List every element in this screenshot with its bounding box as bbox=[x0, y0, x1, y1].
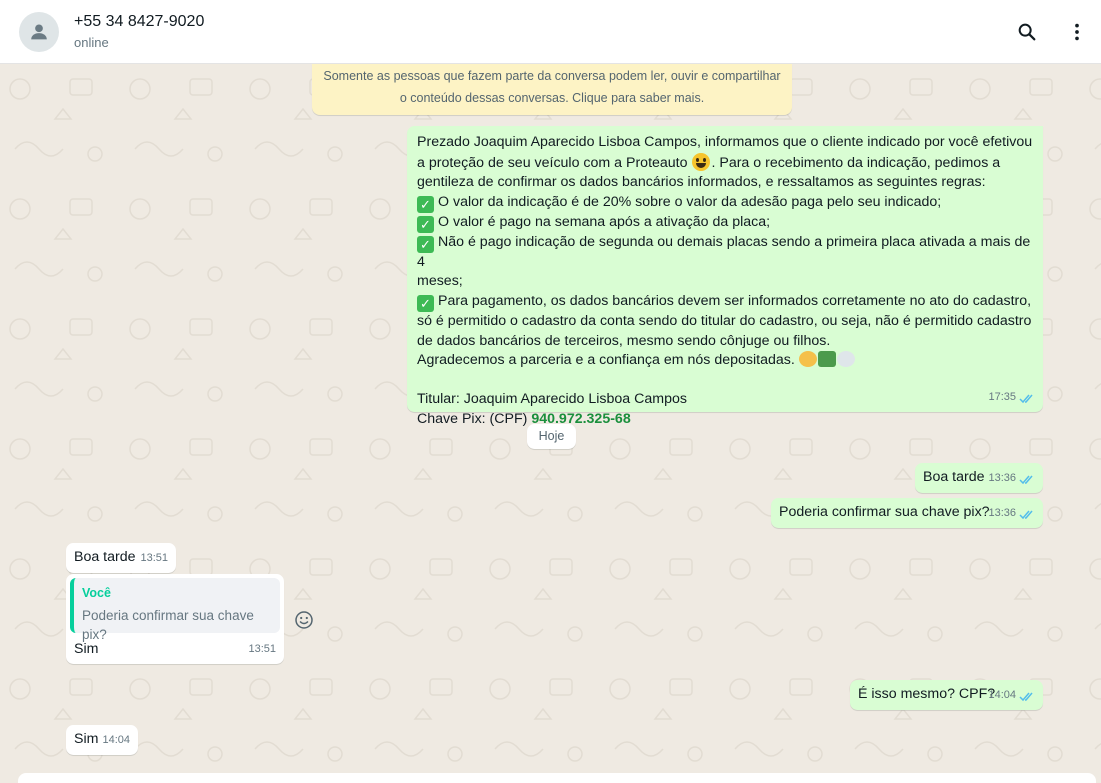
message-text: Não é pago indicação de segunda ou demai… bbox=[417, 233, 1031, 270]
message-meta: 13:36 bbox=[988, 469, 1035, 489]
encryption-notice-line2: o conteúdo dessas conversas. Clique para… bbox=[399, 91, 705, 105]
message-line bbox=[417, 371, 1033, 391]
double-check-read-icon bbox=[1019, 394, 1033, 403]
message-time: 13:36 bbox=[988, 507, 1016, 520]
double-check-read-icon bbox=[1019, 692, 1033, 701]
diamond-emoji-icon bbox=[836, 351, 855, 368]
message-meta: 14:04 bbox=[102, 731, 130, 751]
search-icon bbox=[1018, 23, 1036, 41]
quoted-author: Você bbox=[82, 586, 111, 600]
message-text: Boa tarde bbox=[923, 469, 985, 485]
message-meta: 13:51 bbox=[140, 549, 168, 569]
message-time: 13:36 bbox=[988, 472, 1016, 485]
message-time: 14:04 bbox=[988, 689, 1016, 702]
message-line: Agradecemos a parceria e a confiança em … bbox=[417, 351, 1033, 371]
check-mark-icon: ✓ bbox=[417, 294, 434, 312]
contact-name[interactable]: +55 34 8427-9020 bbox=[74, 13, 204, 31]
message-text: Sim bbox=[74, 731, 99, 747]
double-check-read-icon bbox=[1019, 475, 1033, 484]
message-line: ✓ O valor da indicação é de 20% sobre o v… bbox=[417, 193, 1033, 213]
message-line: ✓ Para pagamento, os dados bancários deve… bbox=[417, 292, 1033, 312]
message-text: Sim bbox=[74, 641, 99, 657]
message-text: Agradecemos a parceria e a confiança em … bbox=[417, 352, 799, 369]
menu-button[interactable] bbox=[1063, 18, 1091, 46]
encryption-notice[interactable]: Somente as pessoas que fazem parte da co… bbox=[312, 64, 792, 115]
message-time: 13:51 bbox=[140, 552, 168, 565]
message-text: O valor da indicação é de 20% sobre o va… bbox=[438, 193, 942, 210]
message-incoming-reply[interactable]: Você Poderia confirmar sua chave pix? Si… bbox=[66, 574, 284, 664]
message-text: O valor é pago na semana após a ativação… bbox=[438, 213, 771, 230]
chat-pane[interactable]: Somente as pessoas que fazem parte da co… bbox=[0, 64, 1101, 783]
smiley-icon bbox=[295, 611, 313, 629]
message-text: Boa tarde bbox=[74, 549, 136, 565]
handshake-emoji-icon bbox=[798, 351, 817, 368]
message-outgoing[interactable]: Prezado Joaquim Aparecido Lisboa Campos,… bbox=[407, 126, 1043, 427]
message-line: a proteção de seu veículo com a Proteaut… bbox=[417, 152, 1033, 174]
message-text: a proteção de seu veículo com a Proteaut… bbox=[417, 154, 692, 171]
more-vertical-icon bbox=[1075, 23, 1079, 41]
message-time: 14:04 bbox=[102, 734, 130, 747]
message-outgoing[interactable]: É isso mesmo? CPF? 14:04 bbox=[850, 680, 1043, 710]
message-text: . Para o recebimento da indicação, pedim… bbox=[711, 154, 1001, 171]
message-line: Titular: Joaquim Aparecido Lisboa Campos bbox=[417, 391, 687, 408]
message-meta: 17:35 bbox=[988, 388, 1035, 408]
message-incoming[interactable]: Sim 14:04 bbox=[66, 725, 138, 755]
truck-emoji-icon bbox=[817, 351, 836, 368]
message-meta: 14:04 bbox=[988, 686, 1035, 706]
message-line: gentileza de confirmar os dados bancário… bbox=[417, 174, 986, 191]
smile-emoji-icon bbox=[692, 152, 711, 171]
default-user-icon bbox=[31, 24, 47, 40]
double-check-read-icon bbox=[1019, 510, 1033, 519]
quoted-message[interactable]: Você Poderia confirmar sua chave pix? bbox=[70, 578, 280, 642]
message-outgoing[interactable]: Poderia confirmar sua chave pix? 13:36 bbox=[771, 498, 1043, 528]
message-composer[interactable] bbox=[18, 773, 1096, 783]
date-separator: Hoje bbox=[527, 424, 576, 449]
message-text: Chave Pix: (CPF) bbox=[417, 410, 532, 427]
encryption-notice-line1: Somente as pessoas que fazem parte da co… bbox=[323, 69, 781, 83]
message-line: meses; bbox=[417, 273, 463, 290]
message-text: É isso mesmo? CPF? bbox=[858, 686, 996, 702]
message-time: 17:35 bbox=[988, 391, 1016, 404]
message-incoming[interactable]: Boa tarde 13:51 bbox=[66, 543, 176, 573]
message-text: Poderia confirmar sua chave pix? bbox=[779, 504, 990, 520]
message-text: Para pagamento, os dados bancários devem… bbox=[438, 292, 1032, 309]
message-time: 13:51 bbox=[248, 643, 276, 656]
message-line: de dados bancários de terceiros, mesmo s… bbox=[417, 332, 831, 349]
check-mark-icon: ✓ bbox=[417, 195, 434, 213]
message-meta: 13:51 bbox=[248, 640, 276, 660]
message-line: ✓ Não é pago indicação de segunda ou dema… bbox=[417, 233, 1033, 273]
message-line: só é permitido o cadastro da conta sendo… bbox=[417, 312, 1032, 329]
search-button[interactable] bbox=[1013, 18, 1041, 46]
message-line: Chave Pix: (CPF) 940.972.325-68 bbox=[417, 410, 1033, 430]
message-outgoing[interactable]: Boa tarde 13:36 bbox=[915, 463, 1043, 493]
check-mark-icon: ✓ bbox=[417, 215, 434, 233]
quoted-text: Poderia confirmar sua chave pix? bbox=[82, 607, 254, 643]
message-line: Prezado Joaquim Aparecido Lisboa Campos,… bbox=[417, 134, 1033, 150]
check-mark-icon: ✓ bbox=[417, 235, 434, 253]
react-button[interactable] bbox=[292, 608, 316, 632]
chat-header: +55 34 8427-9020 online bbox=[0, 0, 1101, 64]
contact-avatar[interactable] bbox=[19, 12, 59, 52]
message-line: ✓ O valor é pago na semana após a ativaçã… bbox=[417, 213, 1033, 233]
contact-status: online bbox=[74, 35, 109, 50]
message-meta: 13:36 bbox=[988, 504, 1035, 524]
